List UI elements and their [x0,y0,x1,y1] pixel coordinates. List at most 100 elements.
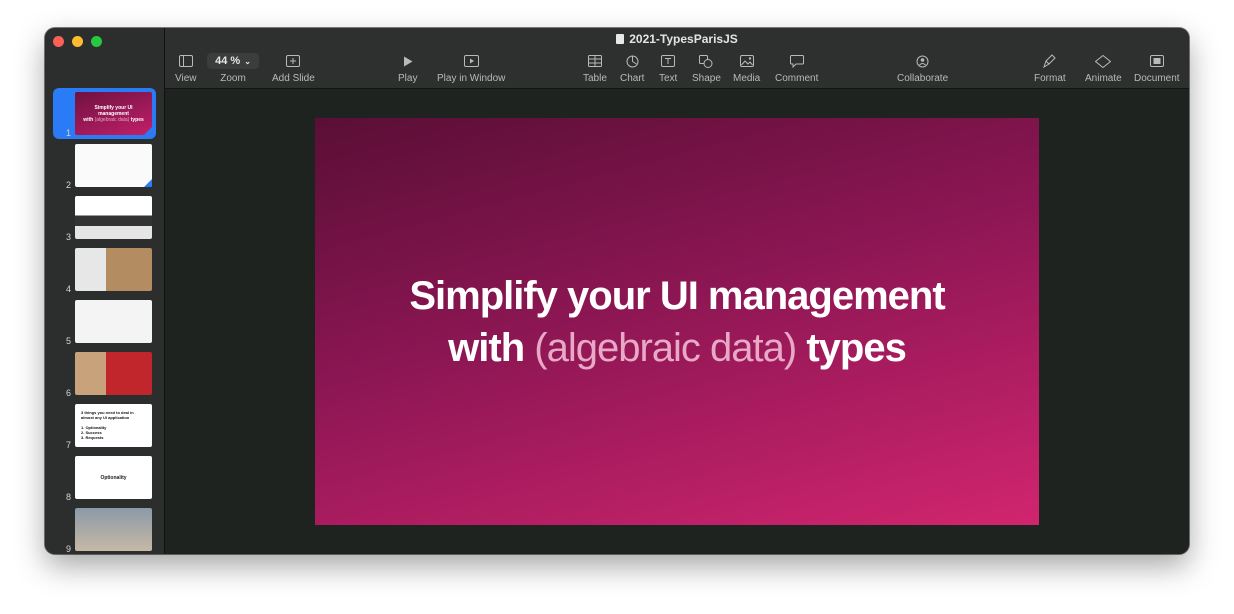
minimize-window-button[interactable] [72,36,83,47]
slide-thumbnail-2[interactable]: 2 [45,140,164,192]
thumbnail-preview [75,144,152,187]
animate-label: Animate [1085,73,1122,84]
paintbrush-icon [1043,52,1057,70]
add-slide-icon [286,52,301,70]
fullscreen-window-button[interactable] [91,36,102,47]
media-button[interactable]: Media [733,52,760,84]
document-title-text: 2021-TypesParisJS [629,32,738,46]
zoom-control[interactable]: 44 % ⌄ Zoom [207,52,259,84]
view-label: View [175,73,197,84]
media-label: Media [733,73,761,84]
chevron-down-icon: ⌄ [244,56,251,66]
thumbnail-preview [75,352,152,395]
document-label: Document [1134,73,1180,84]
thumb-text: almost any UI application [81,415,130,420]
table-label: Table [583,73,607,84]
zoom-label: Zoom [220,73,246,84]
zoom-select[interactable]: 44 % ⌄ [207,53,259,69]
slide-navigator: 1 Simplify your UI management with (alge… [45,28,165,554]
document-inspector-icon [1149,52,1164,70]
collaborate-label: Collaborate [897,73,949,84]
collaborate-button[interactable]: Collaborate [897,52,948,84]
play-window-icon [463,52,479,70]
slide-number: 6 [65,388,71,398]
keynote-window: 1 Simplify your UI management with (alge… [45,28,1189,554]
sidebar-icon [178,52,193,70]
thumbnail-preview [75,248,152,291]
add-slide-label: Add Slide [272,73,315,84]
thumb-title-line2a: with [83,116,95,123]
slide-thumbnail-1[interactable]: 1 Simplify your UI management with (alge… [45,88,164,140]
play-label: Play [398,73,418,84]
image-icon [739,52,754,70]
text-label: Text [659,73,678,84]
window-controls [53,36,102,47]
view-button[interactable]: View [175,52,197,84]
thumbnail-preview [75,196,152,239]
play-button[interactable]: Play [398,52,417,84]
thumb-text: 3. Requests [81,435,104,440]
comment-icon [789,52,804,70]
comment-label: Comment [775,73,819,84]
slide-thumbnail-3[interactable]: 3 [45,192,164,244]
document-button[interactable]: Document [1134,52,1180,84]
toolbar: 2021-TypesParisJS View 44 % ⌄ Zoom Add S… [165,28,1189,89]
thumb-title-line2b: types [129,116,144,123]
format-button[interactable]: Format [1034,52,1066,84]
slide-thumbnail-5[interactable]: 5 [45,296,164,348]
slide-thumbnail-8[interactable]: 8 Optionality [45,452,164,504]
collaborate-icon [915,52,930,70]
document-icon [616,34,625,44]
format-label: Format [1034,73,1066,84]
current-slide[interactable]: Simplify your UI management with (algebr… [315,118,1039,525]
text-button[interactable]: Text [659,52,677,84]
thumb-title-line2-thin: (algebraic data) [94,116,130,123]
slide-number: 8 [65,492,71,502]
slide-number: 4 [65,284,71,294]
close-window-button[interactable] [53,36,64,47]
document-title: 2021-TypesParisJS [165,32,1189,46]
slide-number: 3 [65,232,71,242]
comment-button[interactable]: Comment [775,52,818,84]
build-indicator-icon [144,127,152,135]
slide-number: 1 [65,128,71,138]
play-icon [403,52,413,70]
thumbnail-preview: 3 things you need to deal in almost any … [75,404,152,447]
slide-number: 7 [65,440,71,450]
slide-list: 1 Simplify your UI management with (alge… [45,88,164,554]
thumb-text: Optionality [100,474,127,481]
animate-diamond-icon [1095,52,1112,70]
shape-button[interactable]: Shape [692,52,721,84]
add-slide-button[interactable]: Add Slide [272,52,315,84]
slide-canvas: Simplify your UI management with (algebr… [165,89,1189,554]
slide-title-line2-thin: (algebraic data) [534,325,797,370]
slide-title-line1: Simplify your UI management [409,273,945,318]
shape-label: Shape [692,73,721,84]
slide-title[interactable]: Simplify your UI management with (algebr… [409,270,945,374]
thumbnail-preview [75,508,152,551]
slide-thumbnail-4[interactable]: 4 [45,244,164,296]
table-icon [587,52,602,70]
slide-number: 9 [65,544,71,554]
build-indicator-icon [144,179,152,187]
thumbnail-preview [75,300,152,343]
slide-thumbnail-7[interactable]: 7 3 things you need to deal in almost an… [45,400,164,452]
thumbnail-preview: Simplify your UI management with (algebr… [75,92,152,135]
chart-button[interactable]: Chart [620,52,644,84]
shape-icon [699,52,713,70]
slide-number: 2 [65,180,71,190]
animate-button[interactable]: Animate [1085,52,1122,84]
slide-title-line2a: with [448,325,535,370]
thumbnail-preview: Optionality [75,456,152,499]
play-in-window-button[interactable]: Play in Window [437,52,505,84]
slide-thumbnail-6[interactable]: 6 [45,348,164,400]
slide-thumbnail-9[interactable]: 9 [45,504,164,554]
chart-icon [626,52,639,70]
text-box-icon [661,52,676,70]
chart-label: Chart [620,73,645,84]
zoom-value: 44 % [215,55,241,67]
slide-number: 5 [65,336,71,346]
slide-title-line2b: types [796,325,906,370]
thumb-title-line1: Simplify your UI management [94,104,133,117]
table-button[interactable]: Table [583,52,607,84]
